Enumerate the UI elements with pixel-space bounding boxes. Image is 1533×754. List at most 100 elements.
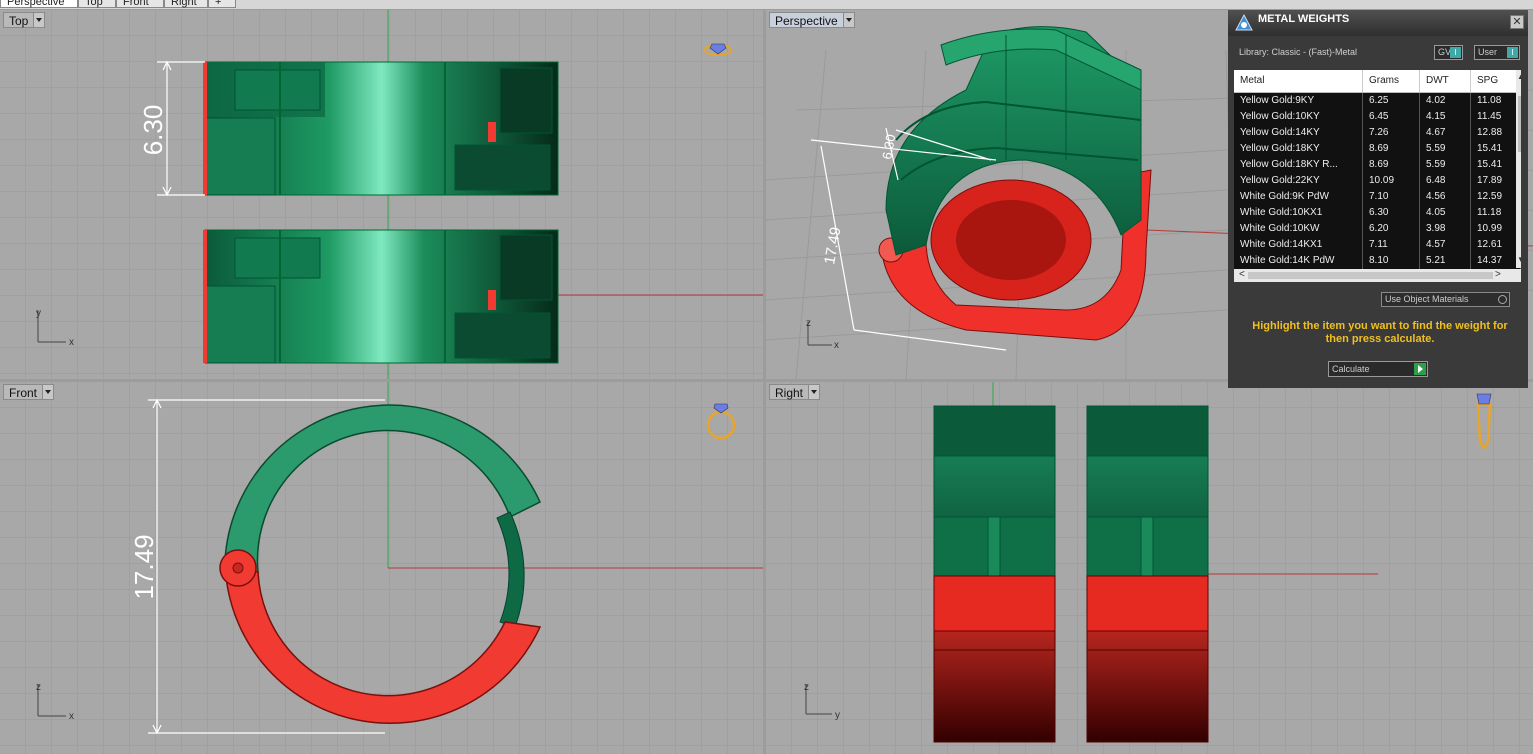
viewport-top[interactable]: 6.30 y x Top xyxy=(0,10,763,379)
panel-titlebar[interactable]: METAL WEIGHTS ✕ xyxy=(1228,10,1528,36)
cell-grams: 10.09 xyxy=(1363,173,1420,189)
viewport-right[interactable]: z y Right xyxy=(766,382,1533,754)
table-horizontal-scrollbar[interactable]: < > xyxy=(1234,269,1521,282)
metal-weights-panel: METAL WEIGHTS ✕ Library: Classic - (Fast… xyxy=(1228,10,1528,388)
cell-grams: 8.69 xyxy=(1363,141,1420,157)
scroll-down-icon[interactable]: ▼ xyxy=(1517,255,1521,264)
table-row[interactable]: Yellow Gold:18KY 8.69 5.59 15.41 xyxy=(1234,141,1521,157)
column-header-dwt[interactable]: DWT xyxy=(1420,70,1471,92)
cell-metal: Yellow Gold:22KY xyxy=(1234,173,1363,189)
user-toggle[interactable]: User I xyxy=(1474,45,1520,60)
perspective-axis-z: z xyxy=(806,318,811,329)
use-object-materials-toggle[interactable]: Use Object Materials xyxy=(1381,292,1510,307)
viewport-top-label[interactable]: Top xyxy=(3,12,46,28)
cell-spg: 12.59 xyxy=(1471,189,1521,205)
front-dimension-text: 17.49 xyxy=(129,534,159,599)
cell-dwt: 5.59 xyxy=(1420,157,1471,173)
cell-metal: White Gold:14KX1 xyxy=(1234,237,1363,253)
cell-metal: White Gold:10KW xyxy=(1234,221,1363,237)
tab-add[interactable]: + xyxy=(208,0,236,8)
right-right-part xyxy=(1086,405,1209,743)
front-axis-x: x xyxy=(69,711,74,722)
cell-grams: 6.25 xyxy=(1363,93,1420,109)
metal-table: Metal Grams DWT SPG Yellow Gold:9KY 6.25 4… xyxy=(1234,70,1521,282)
horizontal-scroll-thumb[interactable] xyxy=(1248,272,1493,279)
cell-grams: 8.69 xyxy=(1363,157,1420,173)
tab-top[interactable]: Top xyxy=(78,0,116,8)
viewport-right-menu-arrow[interactable] xyxy=(808,384,821,400)
viewport-perspective-label[interactable]: Perspective xyxy=(769,12,855,28)
table-row[interactable]: Yellow Gold:10KY 6.45 4.15 11.45 xyxy=(1234,109,1521,125)
cell-grams: 6.45 xyxy=(1363,109,1420,125)
table-row[interactable]: White Gold:9K PdW 7.10 4.56 12.59 xyxy=(1234,189,1521,205)
top-lower-part xyxy=(203,229,559,364)
cell-metal: White Gold:10KX1 xyxy=(1234,205,1363,221)
column-header-spg[interactable]: SPG xyxy=(1471,70,1521,92)
viewport-right-label[interactable]: Right xyxy=(769,384,821,400)
tab-right[interactable]: Right xyxy=(164,0,208,8)
gv-toggle[interactable]: GV I xyxy=(1434,45,1463,60)
cell-metal: Yellow Gold:18KY xyxy=(1234,141,1363,157)
right-left-part xyxy=(933,405,1056,743)
table-row[interactable]: Yellow Gold:18KY R... 8.69 5.59 15.41 xyxy=(1234,157,1521,173)
column-header-grams[interactable]: Grams xyxy=(1363,70,1420,92)
cell-dwt: 6.48 xyxy=(1420,173,1471,189)
close-icon[interactable]: ✕ xyxy=(1510,15,1524,29)
table-row[interactable]: Yellow Gold:9KY 6.25 4.02 11.08 xyxy=(1234,93,1521,109)
panel-title: METAL WEIGHTS xyxy=(1258,13,1350,25)
play-icon xyxy=(1414,363,1426,375)
table-row[interactable]: White Gold:10KW 6.20 3.98 10.99 xyxy=(1234,221,1521,237)
cell-spg: 17.89 xyxy=(1471,173,1521,189)
cell-metal: Yellow Gold:9KY xyxy=(1234,93,1363,109)
top-axis-y: y xyxy=(36,308,41,319)
table-row[interactable]: White Gold:14KX1 7.11 4.57 12.61 xyxy=(1234,237,1521,253)
right-view-canvas: z y xyxy=(766,382,1533,754)
cell-dwt: 3.98 xyxy=(1420,221,1471,237)
table-row[interactable]: White Gold:10KX1 6.30 4.05 11.18 xyxy=(1234,205,1521,221)
viewport-front-label[interactable]: Front xyxy=(3,384,55,400)
viewport-front[interactable]: 17.49 z x Front xyxy=(0,382,763,754)
calculate-button[interactable]: Calculate xyxy=(1328,361,1428,377)
gv-toggle-indicator-icon: I xyxy=(1450,47,1461,58)
metal-weights-logo-icon xyxy=(1235,13,1253,31)
column-header-metal[interactable]: Metal xyxy=(1234,70,1363,92)
scroll-left-icon[interactable]: < xyxy=(1239,269,1245,280)
table-header: Metal Grams DWT SPG xyxy=(1234,70,1521,93)
cell-metal: White Gold:14K PdW xyxy=(1234,253,1363,269)
front-axis-z: z xyxy=(36,682,41,693)
cell-spg: 15.41 xyxy=(1471,141,1521,157)
vertical-scroll-thumb[interactable] xyxy=(1518,96,1521,152)
tab-front[interactable]: Front xyxy=(116,0,164,8)
front-view-canvas: 17.49 z x xyxy=(0,382,763,754)
viewport-perspective-menu-arrow[interactable] xyxy=(842,12,855,28)
perspective-dim-small: 6.30 xyxy=(879,133,898,161)
cell-grams: 7.10 xyxy=(1363,189,1420,205)
scroll-up-icon[interactable]: ▲ xyxy=(1517,72,1521,81)
table-row[interactable]: Yellow Gold:14KY 7.26 4.67 12.88 xyxy=(1234,125,1521,141)
right-axis-z: z xyxy=(804,682,809,693)
top-view-canvas: 6.30 y x xyxy=(0,10,763,379)
cell-metal: Yellow Gold:14KY xyxy=(1234,125,1363,141)
cell-grams: 6.20 xyxy=(1363,221,1420,237)
cell-spg: 10.99 xyxy=(1471,221,1521,237)
viewport-top-menu-arrow[interactable] xyxy=(33,12,46,28)
user-toggle-indicator-icon: I xyxy=(1507,47,1518,58)
cell-spg: 14.37 xyxy=(1471,253,1521,269)
table-vertical-scrollbar[interactable]: ▲ ▼ xyxy=(1516,70,1521,268)
cell-grams: 7.11 xyxy=(1363,237,1420,253)
cell-metal: White Gold:9K PdW xyxy=(1234,189,1363,205)
cell-spg: 11.18 xyxy=(1471,205,1521,221)
cell-metal: Yellow Gold:18KY R... xyxy=(1234,157,1363,173)
cell-grams: 8.10 xyxy=(1363,253,1420,269)
table-row[interactable]: Yellow Gold:22KY 10.09 6.48 17.89 xyxy=(1234,173,1521,189)
viewport-front-menu-arrow[interactable] xyxy=(42,384,55,400)
table-row[interactable]: White Gold:14K PdW 8.10 5.21 14.37 xyxy=(1234,253,1521,269)
cell-spg: 15.41 xyxy=(1471,157,1521,173)
top-upper-part xyxy=(203,61,559,196)
cell-dwt: 4.56 xyxy=(1420,189,1471,205)
tab-perspective[interactable]: Perspective xyxy=(0,0,78,8)
scroll-right-icon[interactable]: > xyxy=(1495,269,1501,280)
cell-dwt: 4.15 xyxy=(1420,109,1471,125)
cell-spg: 12.88 xyxy=(1471,125,1521,141)
top-axis-x: x xyxy=(69,337,74,348)
